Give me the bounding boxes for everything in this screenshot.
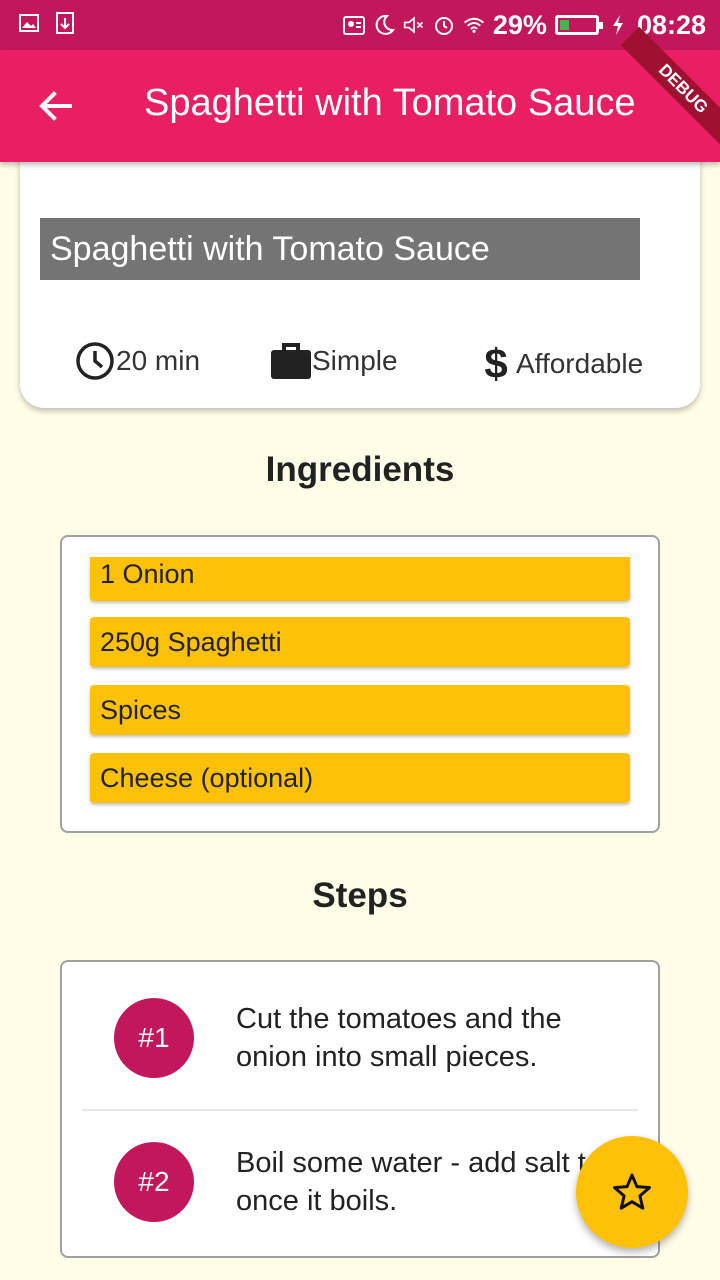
steps-list-container[interactable]: #1 Cut the tomatoes and the onion into s… — [60, 960, 660, 1258]
meal-card: Spaghetti with Tomato Sauce 20 min Simpl… — [20, 140, 700, 408]
meal-image-title: Spaghetti with Tomato Sauce — [40, 218, 640, 280]
step-item: #1 Cut the tomatoes and the onion into s… — [62, 962, 658, 1108]
alarm-icon — [433, 14, 455, 36]
moon-icon — [373, 14, 395, 36]
ingredient-item: Cheese (optional) — [90, 753, 630, 803]
complexity-info: Simple — [270, 340, 398, 382]
step-item: #2 Boil some water - add salt to it once… — [62, 1106, 658, 1252]
ingredient-item: Spices — [90, 685, 630, 735]
star-outline-icon — [612, 1172, 652, 1212]
app-bar: Spaghetti with Tomato Sauce DEBUG — [0, 26, 720, 162]
gallery-icon — [18, 12, 40, 34]
affordability-label: Affordable — [516, 348, 644, 379]
favorite-button[interactable] — [576, 1136, 688, 1248]
step-number-badge: #2 — [114, 1142, 194, 1222]
affordability-info: $ Affordable — [476, 340, 643, 388]
page-title: Spaghetti with Tomato Sauce — [144, 82, 636, 124]
wifi-icon — [463, 14, 485, 36]
usb-icon — [54, 12, 76, 34]
step-text: Cut the tomatoes and the onion into smal… — [236, 1003, 562, 1073]
steps-heading: Steps — [312, 876, 408, 915]
clock-icon — [74, 340, 116, 382]
battery-percent: 29% — [492, 9, 547, 40]
contact-card-icon — [342, 14, 365, 36]
mute-icon — [403, 14, 425, 36]
ingredient-item: 1 Onion — [90, 557, 630, 601]
duration-info: 20 min — [74, 340, 200, 382]
arrow-back-icon[interactable] — [36, 86, 76, 126]
status-bar: 29% 08:28 — [0, 0, 720, 50]
briefcase-icon — [270, 340, 312, 382]
ingredients-heading: Ingredients — [265, 450, 455, 489]
ingredients-list-container[interactable]: 1 Onion 250g Spaghetti Spices Cheese (op… — [60, 535, 660, 833]
ingredient-item: 250g Spaghetti — [90, 617, 630, 667]
step-number-badge: #1 — [114, 998, 194, 1078]
dollar-icon: $ — [484, 340, 508, 387]
charging-icon — [607, 14, 629, 36]
battery-icon — [554, 15, 603, 35]
duration-label: 20 min — [116, 345, 201, 376]
complexity-label: Simple — [312, 345, 398, 376]
